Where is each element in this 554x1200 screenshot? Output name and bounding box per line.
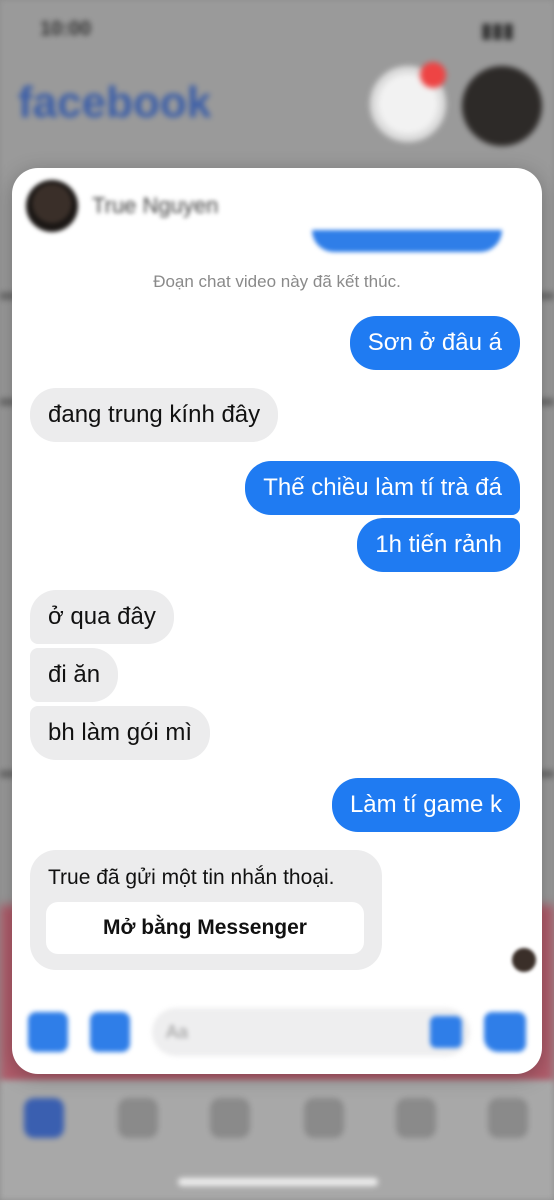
chat-window: True Nguyen Đoạn chat video này đã kết t… (12, 168, 542, 1074)
message-bubble-outgoing[interactable]: Sơn ở đâu á (349, 316, 520, 370)
profile-tab-icon[interactable] (304, 1098, 344, 1138)
voice-message-text: True đã gửi một tin nhắn thoại. (48, 866, 335, 889)
app-logo: facebook (18, 78, 212, 127)
home-tab-icon[interactable] (24, 1098, 64, 1138)
camera-icon[interactable] (28, 1012, 68, 1052)
previous-message-bubble (312, 230, 502, 252)
system-note: Đoạn chat video này đã kết thúc. (153, 272, 401, 291)
contact-avatar[interactable] (26, 180, 78, 232)
marketplace-tab-icon[interactable] (210, 1098, 250, 1138)
photo-icon[interactable] (90, 1012, 130, 1052)
message-bubble-incoming[interactable]: đi ăn (30, 648, 119, 702)
message-bubble-outgoing[interactable]: Thế chiều làm tí trà đá (245, 461, 520, 515)
contact-name[interactable]: True Nguyen (92, 193, 218, 219)
message-bubble-incoming[interactable]: đang trung kính đây (30, 388, 279, 442)
notifications-tab-icon[interactable] (396, 1098, 436, 1138)
sticker-icon[interactable] (430, 1016, 462, 1048)
notification-badge (420, 62, 446, 88)
watch-tab-icon[interactable] (118, 1098, 158, 1138)
chat-head-avatar[interactable] (462, 66, 542, 146)
status-time: 10:00 (40, 18, 92, 40)
status-bar: 10:00 ▮▮▮ (40, 18, 514, 48)
message-bubble-incoming[interactable]: bh làm gói mì (30, 706, 211, 760)
message-bubble-outgoing[interactable]: Làm tí game k (331, 778, 520, 832)
seen-avatar (512, 948, 536, 972)
like-icon[interactable] (484, 1012, 526, 1052)
voice-message-card: True đã gửi một tin nhắn thoại. Mở bằng … (30, 850, 382, 970)
open-in-messenger-button[interactable]: Mở bằng Messenger (46, 902, 364, 954)
composer-bar: Aa (12, 990, 542, 1074)
message-bubble-incoming[interactable]: ở qua đây (30, 590, 174, 644)
menu-tab-icon[interactable] (488, 1098, 528, 1138)
message-input-placeholder: Aa (166, 1021, 189, 1042)
message-input[interactable]: Aa (152, 1008, 470, 1056)
home-indicator (178, 1178, 378, 1186)
signal-icon: ▮▮▮ (480, 20, 514, 42)
message-bubble-outgoing[interactable]: 1h tiến rảnh (357, 518, 520, 572)
